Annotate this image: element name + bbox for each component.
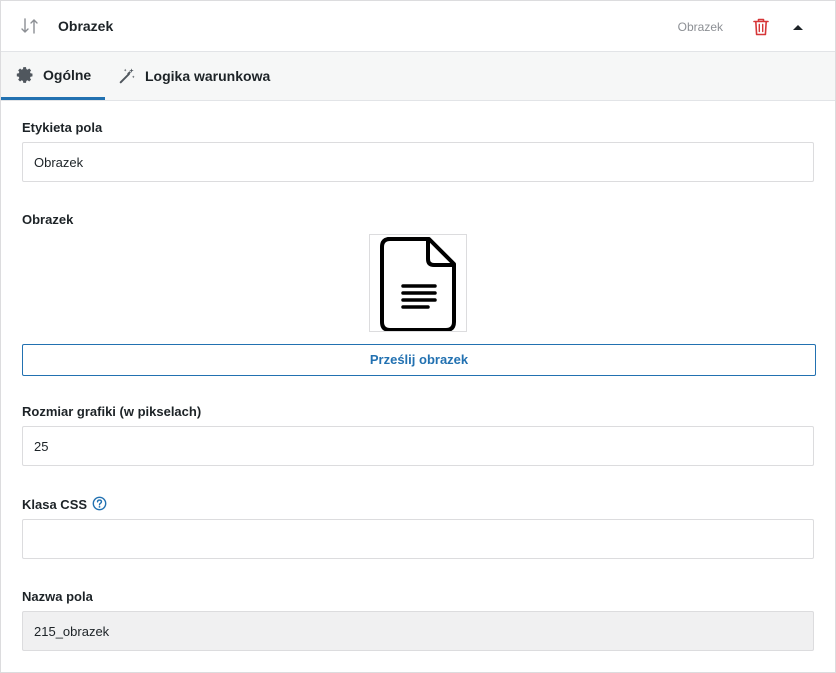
field-title: Obrazek — [58, 18, 114, 34]
field-label-input[interactable] — [22, 142, 814, 182]
field-type-label: Obrazek — [677, 20, 723, 34]
image-size-input[interactable] — [22, 426, 814, 466]
gear-icon — [16, 66, 33, 83]
field-settings-panel: Obrazek Obrazek Ogólne Logika warunkowa … — [0, 0, 836, 673]
document-icon — [380, 237, 456, 332]
image-heading: Obrazek — [22, 212, 74, 227]
tab-conditional-logic-label: Logika warunkowa — [145, 68, 271, 84]
magic-wand-icon — [119, 68, 135, 84]
field-name-heading: Nazwa pola — [22, 589, 93, 604]
tab-general[interactable]: Ogólne — [1, 52, 105, 100]
image-preview[interactable] — [369, 234, 467, 332]
field-label-heading: Etykieta pola — [22, 120, 103, 135]
field-header[interactable]: Obrazek Obrazek — [1, 1, 835, 52]
caret-up-icon[interactable] — [791, 22, 805, 32]
trash-icon[interactable] — [753, 18, 769, 36]
css-class-heading: Klasa CSS — [22, 497, 88, 512]
settings-tabs: Ogólne Logika warunkowa — [1, 52, 835, 101]
image-size-heading: Rozmiar grafiki (w pikselach) — [22, 404, 202, 419]
help-circle-icon[interactable] — [92, 496, 107, 511]
tab-conditional-logic[interactable]: Logika warunkowa — [118, 52, 270, 100]
tab-general-label: Ogólne — [43, 66, 92, 83]
sort-arrows-icon[interactable] — [20, 16, 40, 36]
field-name-input[interactable] — [22, 611, 814, 651]
upload-image-button[interactable]: Prześlij obrazek — [22, 344, 816, 376]
css-class-input[interactable] — [22, 519, 814, 559]
